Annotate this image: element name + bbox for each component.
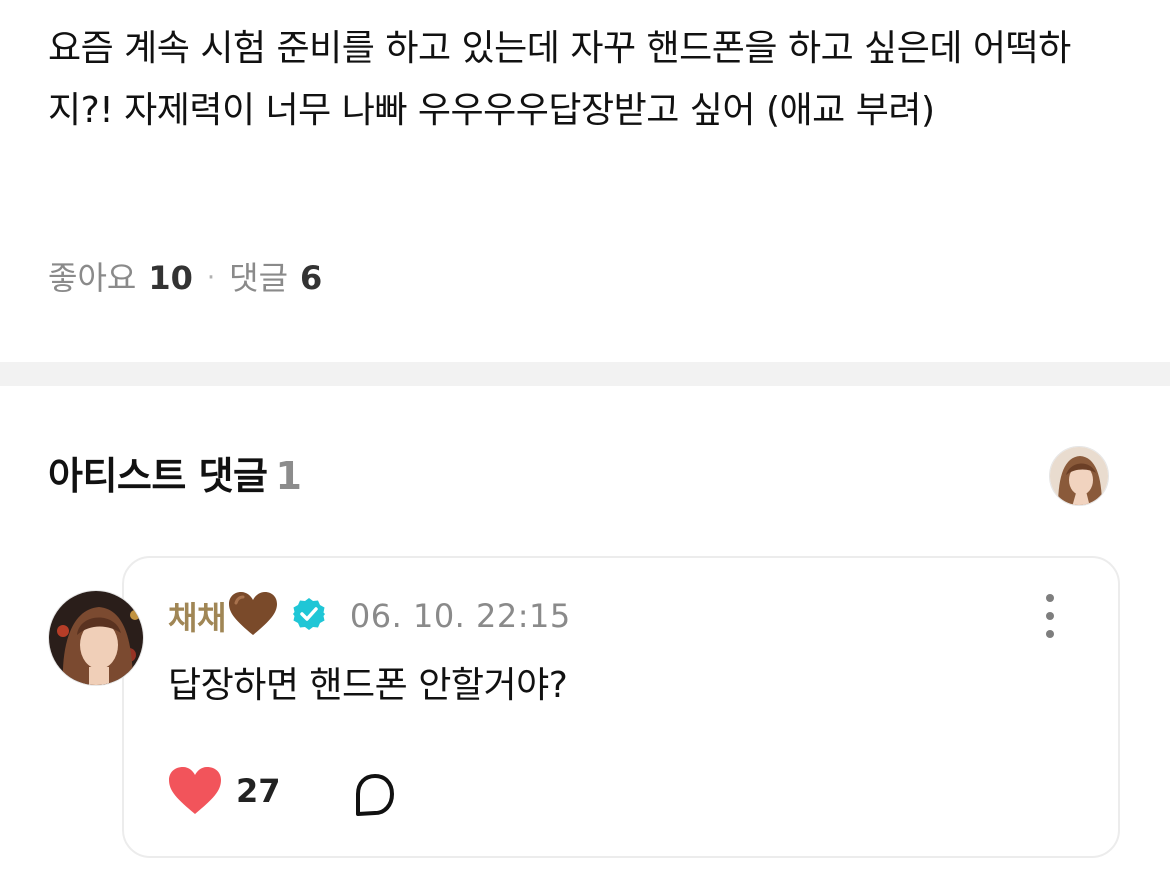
brown-heart-emoji [228, 591, 278, 641]
comment-author-name[interactable]: 채채 [168, 593, 226, 639]
likes-label[interactable]: 좋아요 [48, 254, 136, 302]
comment-author-avatar[interactable] [48, 590, 144, 686]
more-dot [1046, 630, 1054, 638]
post-stats: 좋아요 10 · 댓글 6 [48, 254, 322, 302]
more-options-icon[interactable] [1038, 594, 1062, 638]
artist-comments-header: 아티스트 댓글 1 [48, 446, 302, 506]
speech-bubble-icon [356, 774, 394, 816]
post-body: 요즘 계속 시험 준비를 하고 있는데 자꾸 핸드폰을 하고 싶은데 어떡하지?… [48, 28, 1071, 131]
more-dot [1046, 594, 1054, 602]
artist-avatar-thumbnail[interactable] [1049, 446, 1109, 506]
comments-count[interactable]: 6 [300, 254, 322, 302]
artist-comments-count: 1 [275, 454, 302, 498]
more-dot [1046, 612, 1054, 620]
author-photo-icon [49, 591, 143, 685]
like-button[interactable]: 27 [168, 766, 281, 816]
heart-icon [169, 767, 221, 814]
like-count: 27 [236, 772, 281, 810]
comment-meta: 채채 06. 10. 22:15 [168, 590, 571, 642]
verified-badge-icon [292, 597, 326, 635]
likes-count[interactable]: 10 [148, 254, 193, 302]
artist-comments-title: 아티스트 댓글 [48, 454, 268, 498]
reply-button[interactable] [350, 770, 400, 820]
comments-label[interactable]: 댓글 [229, 254, 288, 302]
artist-photo-icon [1050, 447, 1108, 505]
stats-separator: · [206, 263, 216, 293]
section-divider [0, 362, 1170, 386]
comment-text: 답장하면 핸드폰 안할거야? [168, 665, 568, 706]
comment-timestamp: 06. 10. 22:15 [349, 597, 571, 635]
